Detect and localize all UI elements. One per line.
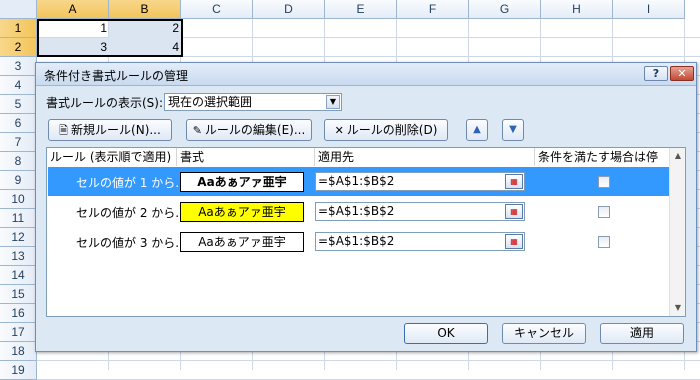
format-preview: Aaあぁアァ亜宇 [180,232,304,252]
row-header-3[interactable]: 3 [0,57,37,76]
applies-to-value: =$A$1:$B$2 [318,174,395,188]
stop-if-true-checkbox[interactable] [598,176,610,188]
cell-b2[interactable]: 4 [110,38,182,57]
column-header-g[interactable]: G [469,0,541,19]
column-header-i[interactable]: I [613,0,685,19]
edit-rule-label: ルールの編集(E)... [204,123,306,137]
applies-to-field[interactable]: =$A$1:$B$2 ▦ [315,232,525,251]
range-picker-icon[interactable]: ▦ [505,204,523,219]
rule-row[interactable]: セルの値が 1 から... Aaあぁアァ亜宇 =$A$1:$B$2 ▦ [48,167,670,196]
dialog-title: 条件付き書式ルールの管理 [44,69,189,83]
row-header-6[interactable]: 6 [0,114,37,133]
delete-icon: ✕ [334,124,344,137]
row-header-18[interactable]: 18 [0,342,37,361]
header-stop-if-true: 条件を満たす場合は停止 [538,150,659,182]
select-all-corner[interactable] [0,0,37,19]
close-button[interactable]: ✕ [670,66,694,81]
format-preview: Aaあぁアァ亜宇 [180,172,304,192]
delete-rule-label: ルールの削除(D) [346,123,438,137]
applies-to-value: =$A$1:$B$2 [318,234,395,248]
rule-name: セルの値が 2 から... [76,206,187,220]
row-header-5[interactable]: 5 [0,95,37,114]
row-header-19[interactable]: 19 [0,361,37,380]
arrow-down-icon: ▼ [509,124,517,135]
rules-list[interactable]: ルール (表示順で適用) 書式 適用先 条件を満たす場合は停止 セルの値が 1 … [46,147,686,317]
applies-to-field[interactable]: =$A$1:$B$2 ▦ [315,172,525,191]
conditional-format-manager-dialog: 条件付き書式ルールの管理 ? ✕ 書式ルールの表示(S): 現在の選択範囲 ▼ … [35,62,697,352]
column-header-a[interactable]: A [37,0,109,19]
row-header-10[interactable]: 10 [0,190,37,209]
format-preview: Aaあぁアァ亜宇 [180,202,304,222]
rule-name: セルの値が 1 から... [76,176,187,190]
new-rule-label: 新規ルール(N)... [71,123,161,137]
arrow-up-icon: ▲ [473,124,481,135]
row-header-2[interactable]: 2 [0,38,37,57]
rule-name: セルの値が 3 から... [76,236,187,250]
show-rules-label: 書式ルールの表示(S): [46,96,164,110]
edit-rule-button[interactable]: ✎ ルールの編集(E)... [186,119,312,141]
rule-row[interactable]: セルの値が 3 から... Aaあぁアァ亜宇 =$A$1:$B$2 ▦ [48,227,670,256]
vertical-scrollbar[interactable]: ▲ ▼ [669,148,685,316]
column-header-f[interactable]: F [397,0,469,19]
row-header-1[interactable]: 1 [0,19,37,38]
edit-rule-icon: ✎ [192,124,202,137]
row-header-15[interactable]: 15 [0,285,37,304]
scroll-down-icon[interactable]: ▼ [672,302,684,314]
dialog-titlebar[interactable]: 条件付き書式ルールの管理 ? ✕ [36,63,696,86]
range-picker-icon[interactable]: ▦ [505,174,523,189]
grid-line [37,360,700,361]
column-header-b[interactable]: B [109,0,181,19]
cell-b1[interactable]: 2 [110,19,182,38]
row-header-9[interactable]: 9 [0,171,37,190]
header-applies-to: 適用先 [315,148,535,166]
chevron-down-icon[interactable]: ▼ [326,95,340,109]
row-header-8[interactable]: 8 [0,152,37,171]
move-down-button[interactable]: ▼ [502,119,524,141]
column-header-h[interactable]: H [541,0,613,19]
show-rules-value: 現在の選択範囲 [168,95,253,109]
applies-to-field[interactable]: =$A$1:$B$2 ▦ [315,202,525,221]
applies-to-value: =$A$1:$B$2 [318,204,395,218]
row-header-4[interactable]: 4 [0,76,37,95]
row-header-7[interactable]: 7 [0,133,37,152]
show-rules-select[interactable]: 現在の選択範囲 ▼ [164,93,342,111]
scroll-up-icon[interactable]: ▲ [672,150,684,162]
column-header-d[interactable]: D [253,0,325,19]
column-header-e[interactable]: E [325,0,397,19]
cancel-button[interactable]: キャンセル [502,323,586,344]
stop-if-true-checkbox[interactable] [598,236,610,248]
help-button[interactable]: ? [644,66,668,81]
row-header-13[interactable]: 13 [0,247,37,266]
header-format: 書式 [177,148,315,166]
range-picker-icon[interactable]: ▦ [505,234,523,249]
delete-rule-button[interactable]: ✕ ルールの削除(D) [324,119,448,141]
header-rule: ルール (表示順で適用) [47,148,177,166]
new-rule-icon: 🗎 [59,124,69,137]
move-up-button[interactable]: ▲ [466,119,488,141]
cell-a1[interactable]: 1 [38,19,110,38]
row-header-16[interactable]: 16 [0,304,37,323]
ok-button[interactable]: OK [404,323,488,344]
stop-if-true-checkbox[interactable] [598,206,610,218]
row-header-12[interactable]: 12 [0,228,37,247]
row-header-14[interactable]: 14 [0,266,37,285]
row-header-11[interactable]: 11 [0,209,37,228]
row-header-17[interactable]: 17 [0,323,37,342]
column-header-c[interactable]: C [181,0,253,19]
rule-row[interactable]: セルの値が 2 から... Aaあぁアァ亜宇 =$A$1:$B$2 ▦ [48,197,670,226]
cell-a2[interactable]: 3 [38,38,110,57]
new-rule-button[interactable]: 🗎 新規ルール(N)... [48,119,172,141]
apply-button[interactable]: 適用 [600,323,684,344]
